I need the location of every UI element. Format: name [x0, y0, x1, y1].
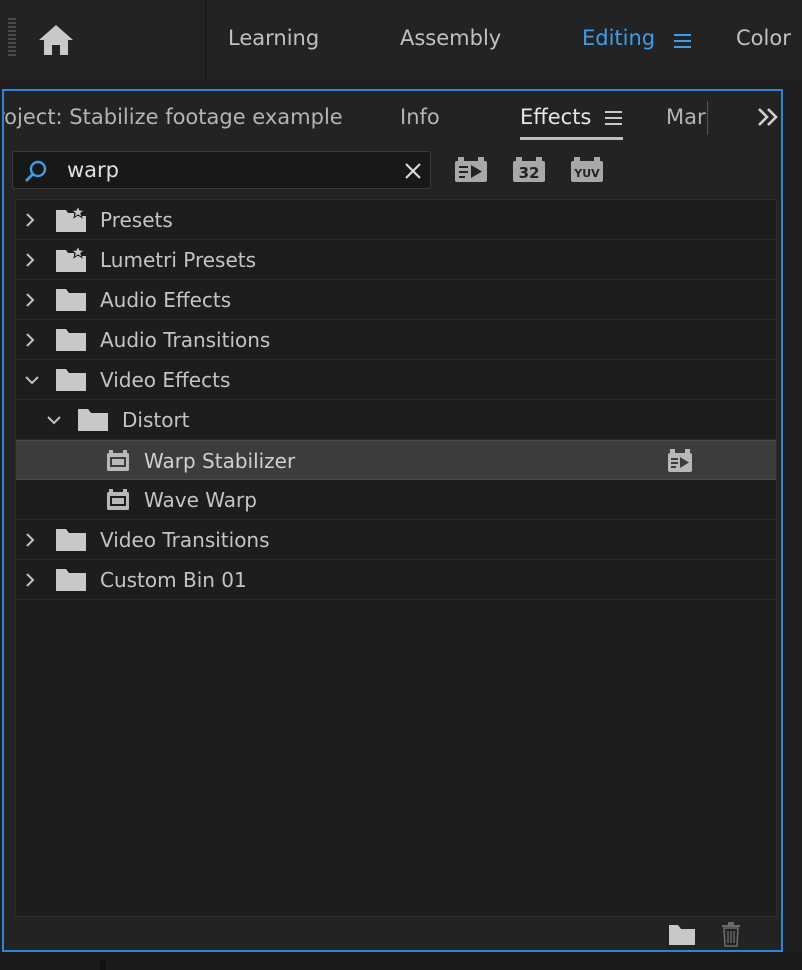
tree-row-warp-stabilizer[interactable]: Warp Stabilizer: [16, 440, 776, 480]
panel-tab-info[interactable]: Info: [400, 105, 440, 129]
workspace-bar: Learning Assembly Editing Color: [0, 0, 802, 80]
accelerated-effects-filter-button[interactable]: [454, 157, 488, 183]
chevron-right-icon[interactable]: [22, 332, 38, 348]
chevron-right-icon[interactable]: [22, 212, 38, 228]
active-tab-underline: [520, 137, 623, 140]
tree-row-label: Distort: [122, 408, 190, 432]
effect-icon: [107, 450, 129, 471]
workspace-menu-icon[interactable]: [674, 34, 691, 48]
tree-row-audio-transitions[interactable]: Audio Transitions: [16, 320, 776, 360]
new-bin-button[interactable]: [668, 921, 696, 947]
search-box: [12, 151, 431, 189]
tab-divider: [707, 101, 708, 135]
workspace-tab-learning[interactable]: Learning: [228, 26, 319, 50]
tree-row-label: Audio Effects: [100, 288, 232, 312]
workspace-tab-editing[interactable]: Editing: [582, 26, 655, 50]
double-chevron-right-icon: [758, 108, 778, 126]
tree-row-label: Warp Stabilizer: [144, 449, 296, 473]
chevron-right-icon[interactable]: [22, 252, 38, 268]
tree-row-wave-warp[interactable]: Wave Warp: [16, 480, 776, 520]
workspace-tab-assembly[interactable]: Assembly: [400, 26, 501, 50]
folder-icon: [56, 369, 86, 391]
folder-icon: [56, 289, 86, 311]
tree-row-lumetri-presets[interactable]: Lumetri Presets: [16, 240, 776, 280]
tree-row-label: Presets: [100, 208, 173, 232]
chevron-right-icon[interactable]: [22, 572, 38, 588]
folder-icon: [56, 329, 86, 351]
home-button[interactable]: [28, 14, 84, 66]
folder-icon: [56, 569, 86, 591]
panel-tab-effects[interactable]: Effects: [520, 105, 591, 129]
yuv-filter-button[interactable]: YUV: [570, 157, 604, 183]
search-input[interactable]: [67, 156, 387, 184]
tree-row-video-transitions[interactable]: Video Transitions: [16, 520, 776, 560]
bottom-strip: [0, 952, 802, 970]
effects-tree: Presets Lumetri Presets Audio Effects Au…: [15, 199, 777, 917]
panel-tab-project[interactable]: roject: Stabilize footage example: [4, 105, 343, 129]
tree-row-label: Video Effects: [100, 368, 231, 392]
tree-row-presets[interactable]: Presets: [16, 200, 776, 240]
panel-tab-bar: roject: Stabilize footage example Info E…: [4, 91, 781, 147]
tree-row-custom-bin-01[interactable]: Custom Bin 01: [16, 560, 776, 600]
chevron-down-icon[interactable]: [46, 412, 62, 428]
drag-grip[interactable]: [8, 18, 16, 58]
chevron-right-icon[interactable]: [22, 292, 38, 308]
32-bit-label: 32: [519, 164, 540, 182]
chevron-right-icon[interactable]: [22, 532, 38, 548]
folder-icon: [78, 409, 108, 431]
close-icon: [405, 163, 421, 179]
chevron-down-icon[interactable]: [24, 372, 40, 388]
search-icon: [25, 160, 47, 182]
panel-menu-icon[interactable]: [605, 111, 622, 125]
32-bit-icon: 32: [513, 157, 545, 182]
32-bit-filter-button[interactable]: 32: [512, 157, 546, 183]
home-icon: [39, 25, 73, 55]
tree-row-label: Custom Bin 01: [100, 568, 247, 592]
yuv-label: YUV: [573, 167, 600, 180]
new-folder-icon: [669, 925, 695, 945]
trash-icon: [722, 922, 740, 947]
tree-row-distort[interactable]: Distort: [16, 400, 776, 440]
effects-panel: roject: Stabilize footage example Info E…: [2, 89, 783, 952]
panel-resize-handle[interactable]: [100, 960, 106, 970]
tree-row-audio-effects[interactable]: Audio Effects: [16, 280, 776, 320]
tree-row-label: Video Transitions: [100, 528, 270, 552]
workspace-tab-color[interactable]: Color: [736, 26, 791, 50]
accelerated-effect-icon: [668, 449, 692, 472]
tree-row-label: Lumetri Presets: [100, 248, 257, 272]
home-separator: [205, 0, 207, 80]
folder-icon: [56, 529, 86, 551]
effect-icon: [107, 489, 129, 510]
tree-row-label: Audio Transitions: [100, 328, 271, 352]
preset-folder-icon: [56, 246, 86, 272]
tree-row-video-effects[interactable]: Video Effects: [16, 360, 776, 400]
delete-button[interactable]: [718, 921, 746, 947]
accelerated-effect-icon: [455, 157, 487, 182]
tab-overflow-button[interactable]: [756, 105, 780, 129]
panel-tab-markers[interactable]: Mar: [666, 105, 706, 129]
yuv-icon: YUV: [571, 157, 603, 182]
tree-row-label: Wave Warp: [144, 488, 257, 512]
preset-folder-icon: [56, 206, 86, 232]
clear-search-button[interactable]: [403, 161, 423, 181]
